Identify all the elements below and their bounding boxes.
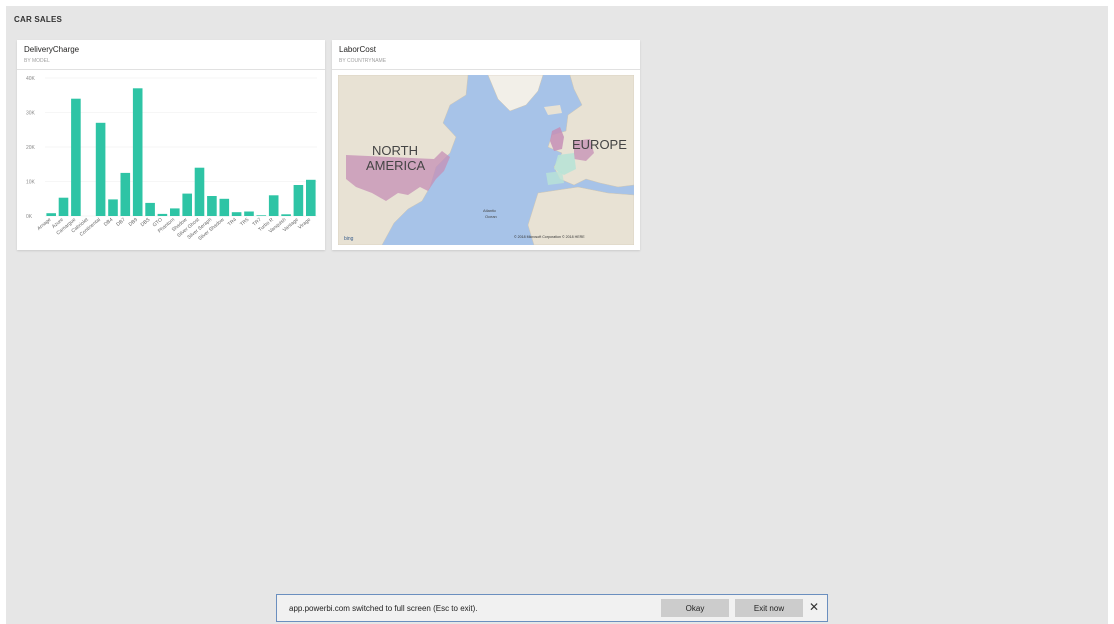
map-label-europe: EUROPE — [572, 137, 627, 152]
x-tick-label: TR4 — [227, 217, 238, 228]
bar-tr4[interactable] — [231, 212, 242, 216]
bar-shadow[interactable] — [182, 193, 192, 216]
bar-turbo-r[interactable] — [268, 195, 279, 216]
bar-db9[interactable] — [132, 88, 143, 216]
x-tick-label: DB9 — [128, 217, 139, 228]
map-label-ocean: Ocean — [485, 214, 497, 219]
map-visual[interactable]: NORTH AMERICA EUROPE Atlantic Ocean bing… — [338, 75, 634, 245]
x-tick-label: DB7 — [115, 217, 126, 228]
fullscreen-message: app.powerbi.com switched to full screen … — [289, 604, 478, 613]
bar-silver-shadow[interactable] — [219, 198, 230, 217]
bar-camargue[interactable] — [71, 98, 81, 216]
delivery-charge-tile[interactable]: DeliveryCharge BY MODEL 0K 10K 20K 30K 40K Ar… — [17, 40, 325, 250]
dashboard-title: CAR SALES — [14, 15, 63, 24]
bar-azure[interactable] — [58, 197, 69, 216]
bar-phantom[interactable] — [170, 208, 180, 216]
bar-gto[interactable] — [157, 213, 168, 216]
bar-dbs[interactable] — [145, 202, 155, 216]
x-tick-label: DB4 — [103, 217, 114, 228]
y-tick-label: 30K — [26, 111, 36, 117]
tile-title: DeliveryCharge — [24, 45, 80, 54]
spain-highlight — [546, 171, 564, 185]
tile-subtitle: BY COUNTRYNAME — [339, 58, 387, 64]
map-label-north: NORTH — [372, 143, 418, 158]
bar-db4[interactable] — [108, 199, 118, 216]
map-canvas: NORTH AMERICA EUROPE Atlantic Ocean bing… — [338, 75, 634, 245]
fullscreen-notification-bar: app.powerbi.com switched to full screen … — [276, 594, 828, 622]
y-tick-label: 10K — [26, 180, 36, 186]
bar-vanquish[interactable] — [281, 214, 291, 216]
y-tick-label: 40K — [26, 76, 36, 82]
x-tick-label: Virage — [297, 217, 312, 231]
tile-subtitle: BY MODEL — [24, 58, 50, 64]
bar-silver-ghost[interactable] — [194, 167, 205, 216]
tile-title: LaborCost — [339, 45, 376, 54]
map-label-atlantic: Atlantic — [483, 208, 496, 213]
bar-arnage[interactable] — [46, 213, 56, 216]
iceland-land — [544, 105, 562, 115]
bar-vantage[interactable] — [293, 185, 304, 216]
bar-chart: 0K10K20K30K40KArnageAzureCamargueCabriol… — [26, 76, 317, 242]
x-tick-label: Arnage — [36, 217, 52, 232]
map-label-america: AMERICA — [366, 158, 426, 173]
bing-logo: bing — [344, 236, 354, 242]
greenland-land — [487, 75, 544, 112]
bar-silver-seraph[interactable] — [207, 196, 217, 216]
bar-tr5[interactable] — [244, 211, 254, 217]
tile-header: LaborCost BY COUNTRYNAME — [332, 40, 640, 70]
tile-header: DeliveryCharge BY MODEL — [17, 40, 325, 70]
map-attribution: © 2018 Microsoft Corporation © 2018 HERE — [514, 235, 585, 239]
bar-db7[interactable] — [120, 172, 131, 216]
y-tick-label: 0K — [26, 214, 33, 220]
okay-button[interactable]: Okay — [661, 599, 729, 617]
bar-continental[interactable] — [95, 122, 106, 216]
dashboard-canvas: CAR SALES DeliveryCharge BY MODEL 0K 10K 2… — [6, 6, 1108, 624]
x-tick-label: TR5 — [239, 217, 250, 228]
y-tick-label: 20K — [26, 145, 36, 151]
bar-tr7[interactable] — [256, 215, 267, 216]
close-icon[interactable]: ✕ — [807, 600, 821, 614]
labor-cost-tile[interactable]: LaborCost BY COUNTRYNAME NORTH AMERICA E… — [332, 40, 640, 250]
x-tick-label: DBS — [140, 217, 152, 229]
exit-now-button[interactable]: Exit now — [735, 599, 803, 617]
bar-virage[interactable] — [306, 179, 316, 216]
